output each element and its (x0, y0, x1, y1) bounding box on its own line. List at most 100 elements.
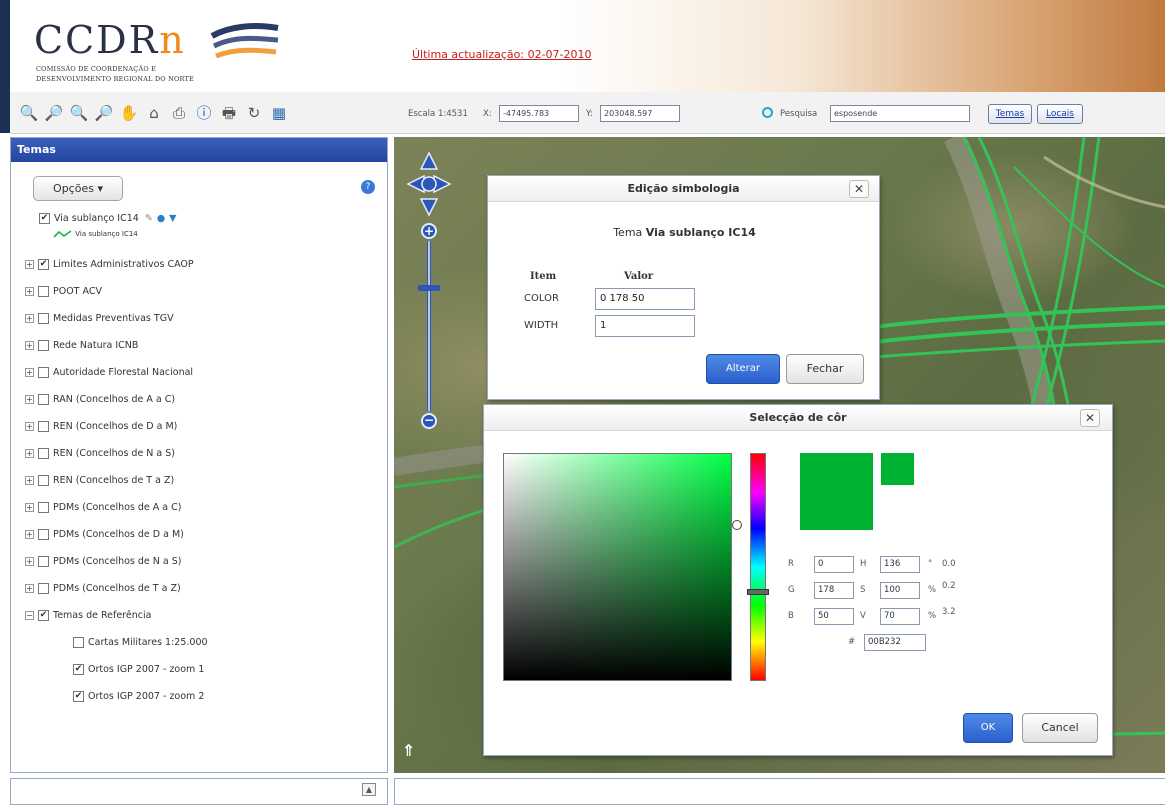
zoom-in-button[interactable]: + (421, 223, 437, 239)
layer-row[interactable]: + PDMs (Concelhos de N a S) (25, 551, 182, 571)
color-picker-cursor[interactable] (732, 520, 742, 530)
pan-icon[interactable]: ✋ (118, 102, 140, 124)
v-field[interactable]: 70 (880, 608, 920, 625)
color-dialog-close-icon[interactable]: ✕ (1080, 409, 1100, 427)
sublayer-checkbox[interactable] (73, 636, 84, 648)
home-icon[interactable]: ⌂ (143, 102, 165, 124)
expand-node-icon[interactable]: + (25, 502, 34, 512)
symbology-close-icon[interactable]: ✕ (849, 180, 869, 198)
collapse-icon[interactable]: ▲ (362, 783, 376, 796)
expand-node-icon[interactable]: + (25, 556, 34, 566)
color-field[interactable]: 0 178 50 (595, 288, 695, 310)
layer-checkbox[interactable] (38, 393, 49, 405)
refresh-icon[interactable]: ↻ (243, 102, 265, 124)
layer-row[interactable]: + REN (Concelhos de D a M) (25, 416, 177, 436)
layer-row[interactable]: + Medidas Preventivas TGV (25, 308, 174, 328)
sublayer-row[interactable]: Cartas Militares 1:25.000 (73, 632, 208, 652)
width-field[interactable]: 1 (595, 315, 695, 337)
hue-slider-handle[interactable] (747, 589, 769, 595)
hex-field[interactable]: 00B232 (864, 634, 926, 651)
layer-checkbox[interactable] (38, 285, 49, 297)
g-field[interactable]: 178 (814, 582, 854, 599)
expand-node-icon[interactable]: + (25, 367, 34, 377)
layer-row[interactable]: + PDMs (Concelhos de T a Z) (25, 578, 181, 598)
expand-node-icon[interactable]: + (25, 583, 34, 593)
zoom-in-icon[interactable]: 🔎 (43, 102, 65, 124)
expand-node-icon[interactable]: + (25, 448, 34, 458)
active-layer-label: Via sublanço IC14 (54, 212, 139, 224)
sublayer-row[interactable]: ✔ Ortos IGP 2007 - zoom 2 (73, 686, 204, 706)
pan-navigation-icon[interactable] (406, 151, 452, 217)
s-field[interactable]: 100 (880, 582, 920, 599)
layer-checkbox[interactable] (38, 447, 49, 459)
h-field[interactable]: 136 (880, 556, 920, 573)
r-field[interactable]: 0 (814, 556, 854, 573)
zoom-slider-track[interactable] (427, 241, 431, 411)
expand-node-icon[interactable]: + (25, 286, 34, 296)
layer-row[interactable]: − ✔ Temas de Referência (25, 605, 151, 625)
expand-node-icon[interactable]: + (25, 394, 34, 404)
globe-icon[interactable]: ● (157, 213, 165, 224)
layer-row[interactable]: + POOT ACV (25, 281, 102, 301)
layer-row[interactable]: + Rede Natura ICNB (25, 335, 138, 355)
layer-row[interactable]: + PDMs (Concelhos de D a M) (25, 524, 184, 544)
zoom-out-icon[interactable]: 🔍 (68, 102, 90, 124)
apply-button[interactable]: Alterar (706, 354, 780, 384)
expand-node-icon[interactable]: + (25, 340, 34, 350)
zoom-extent-icon[interactable]: 🔍 (18, 102, 40, 124)
filter-icon[interactable]: ▼ (169, 213, 176, 224)
ok-button[interactable]: OK (963, 713, 1013, 743)
layer-checkbox[interactable] (38, 501, 49, 513)
layer-checkbox[interactable]: ✔ (38, 609, 49, 621)
layer-row[interactable]: + ✔ Limites Administrativos CAOP (25, 254, 194, 274)
print-icon[interactable]: ⎙ (168, 102, 190, 124)
last-update-link[interactable]: Última actualização: 02-07-2010 (412, 48, 592, 61)
x-coordinate-field[interactable]: -47495.783 (499, 105, 579, 122)
b-field[interactable]: 50 (814, 608, 854, 625)
hue-slider[interactable] (750, 453, 766, 681)
collapse-node-icon[interactable]: − (25, 610, 34, 620)
help-icon[interactable]: ? (361, 180, 375, 194)
layer-checkbox[interactable]: ✔ (38, 258, 49, 270)
layers-icon[interactable]: ▦ (268, 102, 290, 124)
zoom-out-button[interactable]: − (421, 413, 437, 429)
saturation-value-area[interactable] (503, 453, 732, 681)
layer-row[interactable]: + RAN (Concelhos de A a C) (25, 389, 175, 409)
expand-node-icon[interactable]: + (25, 259, 34, 269)
layer-checkbox[interactable] (38, 474, 49, 486)
active-layer-legend: Via sublanço IC14 (53, 229, 138, 239)
print-map-icon[interactable]: 🖶 (218, 102, 240, 124)
layer-checkbox[interactable] (38, 582, 49, 594)
layer-row[interactable]: + REN (Concelhos de N a S) (25, 443, 175, 463)
layer-checkbox[interactable] (38, 312, 49, 324)
layer-checkbox[interactable] (38, 366, 49, 378)
active-layer-row[interactable]: ✔ Via sublanço IC14 ✎ ● ▼ (39, 208, 176, 228)
sublayer-row[interactable]: ✔ Ortos IGP 2007 - zoom 1 (73, 659, 204, 679)
location-pin-icon[interactable] (762, 107, 773, 118)
cancel-button[interactable]: Cancel (1022, 713, 1098, 743)
locais-button[interactable]: Locais (1037, 104, 1083, 124)
zoom-previous-icon[interactable]: 🔎 (93, 102, 115, 124)
temas-button[interactable]: Temas (988, 104, 1032, 124)
sublayer-checkbox[interactable]: ✔ (73, 690, 84, 702)
expand-node-icon[interactable]: + (25, 421, 34, 431)
expand-node-icon[interactable]: + (25, 475, 34, 485)
layer-checkbox[interactable] (38, 555, 49, 567)
expand-node-icon[interactable]: + (25, 529, 34, 539)
layer-row[interactable]: + PDMs (Concelhos de A a C) (25, 497, 182, 517)
layer-checkbox[interactable] (38, 420, 49, 432)
active-layer-checkbox[interactable]: ✔ (39, 212, 50, 224)
layer-row[interactable]: + REN (Concelhos de T a Z) (25, 470, 174, 490)
y-coordinate-field[interactable]: 203048.597 (600, 105, 680, 122)
close-button[interactable]: Fechar (786, 354, 864, 384)
layer-checkbox[interactable] (38, 339, 49, 351)
sublayer-checkbox[interactable]: ✔ (73, 663, 84, 675)
search-input[interactable]: esposende (830, 105, 970, 122)
zoom-slider-handle[interactable] (418, 285, 440, 291)
edit-icon[interactable]: ✎ (145, 213, 153, 224)
layer-checkbox[interactable] (38, 528, 49, 540)
options-button[interactable]: Opções ▾ (33, 176, 123, 201)
expand-node-icon[interactable]: + (25, 313, 34, 323)
info-icon[interactable]: ⓘ (193, 102, 215, 124)
layer-row[interactable]: + Autoridade Florestal Nacional (25, 362, 193, 382)
